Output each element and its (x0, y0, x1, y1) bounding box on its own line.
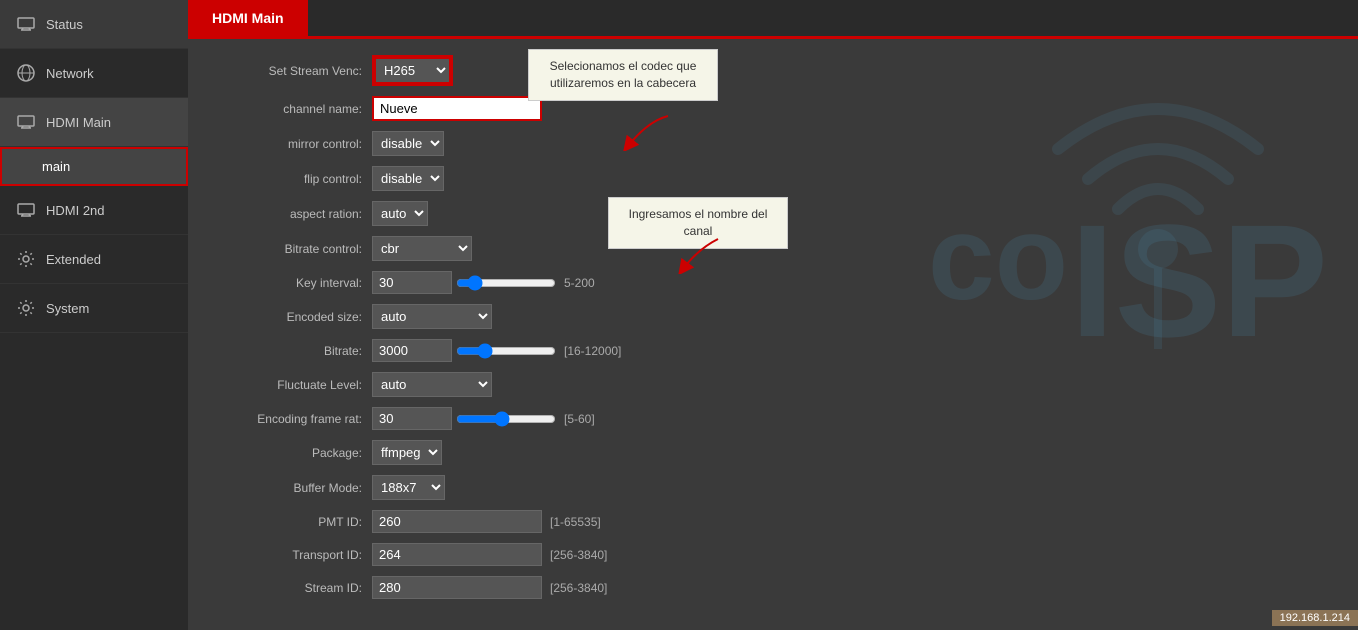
key-interval-row: Key interval: 5-200 (212, 271, 1334, 294)
mirror-label: mirror control: (212, 137, 372, 151)
bitrate-row: Bitrate: [16-12000] (212, 339, 1334, 362)
flip-label: flip control: (212, 172, 372, 186)
channel-name-label: channel name: (212, 102, 372, 116)
sidebar-item-hdmi-main-label: HDMI Main (46, 115, 111, 130)
hdmi-2nd-icon (16, 200, 36, 220)
bitrate-control-select[interactable]: cbr vbr (372, 236, 472, 261)
buffer-mode-label: Buffer Mode: (212, 481, 372, 495)
fluctuate-row: Fluctuate Level: auto 123 (212, 372, 1334, 397)
key-interval-slider[interactable] (456, 275, 556, 291)
encoding-frame-range: [5-60] (564, 412, 595, 426)
package-label: Package: (212, 446, 372, 460)
flip-select[interactable]: disable enable (372, 166, 444, 191)
transport-id-label: Transport ID: (212, 548, 372, 562)
key-interval-range: 5-200 (564, 276, 595, 290)
sidebar-item-hdmi-2nd-label: HDMI 2nd (46, 203, 105, 218)
encoding-frame-slider[interactable] (456, 411, 556, 427)
encoding-frame-input[interactable] (372, 407, 452, 430)
stream-id-input[interactable] (372, 576, 542, 599)
channel-annotation: Ingresamos el nombre del canal (608, 197, 788, 249)
tab-hdmi-main[interactable]: HDMI Main (188, 0, 308, 36)
package-row: Package: ffmpeg ts rtp (212, 440, 1334, 465)
mirror-select[interactable]: disable enable (372, 131, 444, 156)
sidebar: Status Network HDMI Main main HDMI 2nd (0, 0, 188, 630)
sidebar-item-system-label: System (46, 301, 89, 316)
extended-gear-icon (16, 249, 36, 269)
key-interval-label: Key interval: (212, 276, 372, 290)
package-select[interactable]: ffmpeg ts rtp (372, 440, 442, 465)
sidebar-item-hdmi-main[interactable]: HDMI Main (0, 98, 188, 147)
encoded-size-row: Encoded size: auto 1920x1080 1280x720 (212, 304, 1334, 329)
bitrate-control-label: Bitrate control: (212, 242, 372, 256)
encoding-frame-label: Encoding frame rat: (212, 412, 372, 426)
buffer-mode-row: Buffer Mode: 188x7 188x14 188x21 (212, 475, 1334, 500)
pmt-id-range: [1-65535] (550, 515, 601, 529)
sidebar-item-extended-label: Extended (46, 252, 101, 267)
content-area: ISP co Selecionamos el codec que utiliza… (188, 39, 1358, 630)
channel-name-row: channel name: Nueve (212, 96, 1334, 121)
sidebar-item-status-label: Status (46, 17, 83, 32)
sidebar-subitem-main-label: main (42, 159, 70, 174)
encoding-frame-row: Encoding frame rat: [5-60] (212, 407, 1334, 430)
sidebar-item-status[interactable]: Status (0, 0, 188, 49)
tab-bar: HDMI Main (188, 0, 1358, 39)
buffer-mode-select[interactable]: 188x7 188x14 188x21 (372, 475, 445, 500)
monitor-icon (16, 14, 36, 34)
sidebar-item-network[interactable]: Network (0, 49, 188, 98)
codec-annotation: Selecionamos el codec que utilizaremos e… (528, 49, 718, 101)
pmt-id-input[interactable] (372, 510, 542, 533)
stream-vendor-select[interactable]: H265 H264 MJPEG (374, 57, 451, 84)
globe-icon (16, 63, 36, 83)
aspect-label: aspect ration: (212, 207, 372, 221)
stream-vendor-row: Set Stream Venc: H265 H264 MJPEG (212, 55, 1334, 86)
bitrate-label: Bitrate: (212, 344, 372, 358)
hdmi-main-icon (16, 112, 36, 132)
bitrate-range: [16-12000] (564, 344, 621, 358)
transport-id-input[interactable] (372, 543, 542, 566)
encoded-size-label: Encoded size: (212, 310, 372, 324)
pmt-id-row: PMT ID: [1-65535] (212, 510, 1334, 533)
stream-vendor-label: Set Stream Venc: (212, 64, 372, 78)
encoded-size-select[interactable]: auto 1920x1080 1280x720 (372, 304, 492, 329)
transport-id-row: Transport ID: [256-3840] (212, 543, 1334, 566)
flip-row: flip control: disable enable (212, 166, 1334, 191)
system-gear-icon (16, 298, 36, 318)
sidebar-item-extended[interactable]: Extended (0, 235, 188, 284)
sidebar-item-network-label: Network (46, 66, 94, 81)
bitrate-input[interactable] (372, 339, 452, 362)
main-panel: HDMI Main ISP co Selecionamos el codec q… (188, 0, 1358, 630)
ip-badge: 192.168.1.214 (1272, 610, 1358, 626)
fluctuate-label: Fluctuate Level: (212, 378, 372, 392)
pmt-id-label: PMT ID: (212, 515, 372, 529)
channel-name-input[interactable]: Nueve (372, 96, 542, 121)
stream-id-row: Stream ID: [256-3840] (212, 576, 1334, 599)
key-interval-input[interactable] (372, 271, 452, 294)
sidebar-item-hdmi-2nd[interactable]: HDMI 2nd (0, 186, 188, 235)
stream-vendor-select-wrapper: H265 H264 MJPEG (372, 55, 453, 86)
stream-id-range: [256-3840] (550, 581, 607, 595)
aspect-select[interactable]: auto 4:3 16:9 (372, 201, 428, 226)
transport-id-range: [256-3840] (550, 548, 607, 562)
bitrate-slider[interactable] (456, 343, 556, 359)
sidebar-item-system[interactable]: System (0, 284, 188, 333)
sidebar-subitem-main[interactable]: main (0, 147, 188, 186)
mirror-row: mirror control: disable enable (212, 131, 1334, 156)
fluctuate-select[interactable]: auto 123 (372, 372, 492, 397)
stream-id-label: Stream ID: (212, 581, 372, 595)
